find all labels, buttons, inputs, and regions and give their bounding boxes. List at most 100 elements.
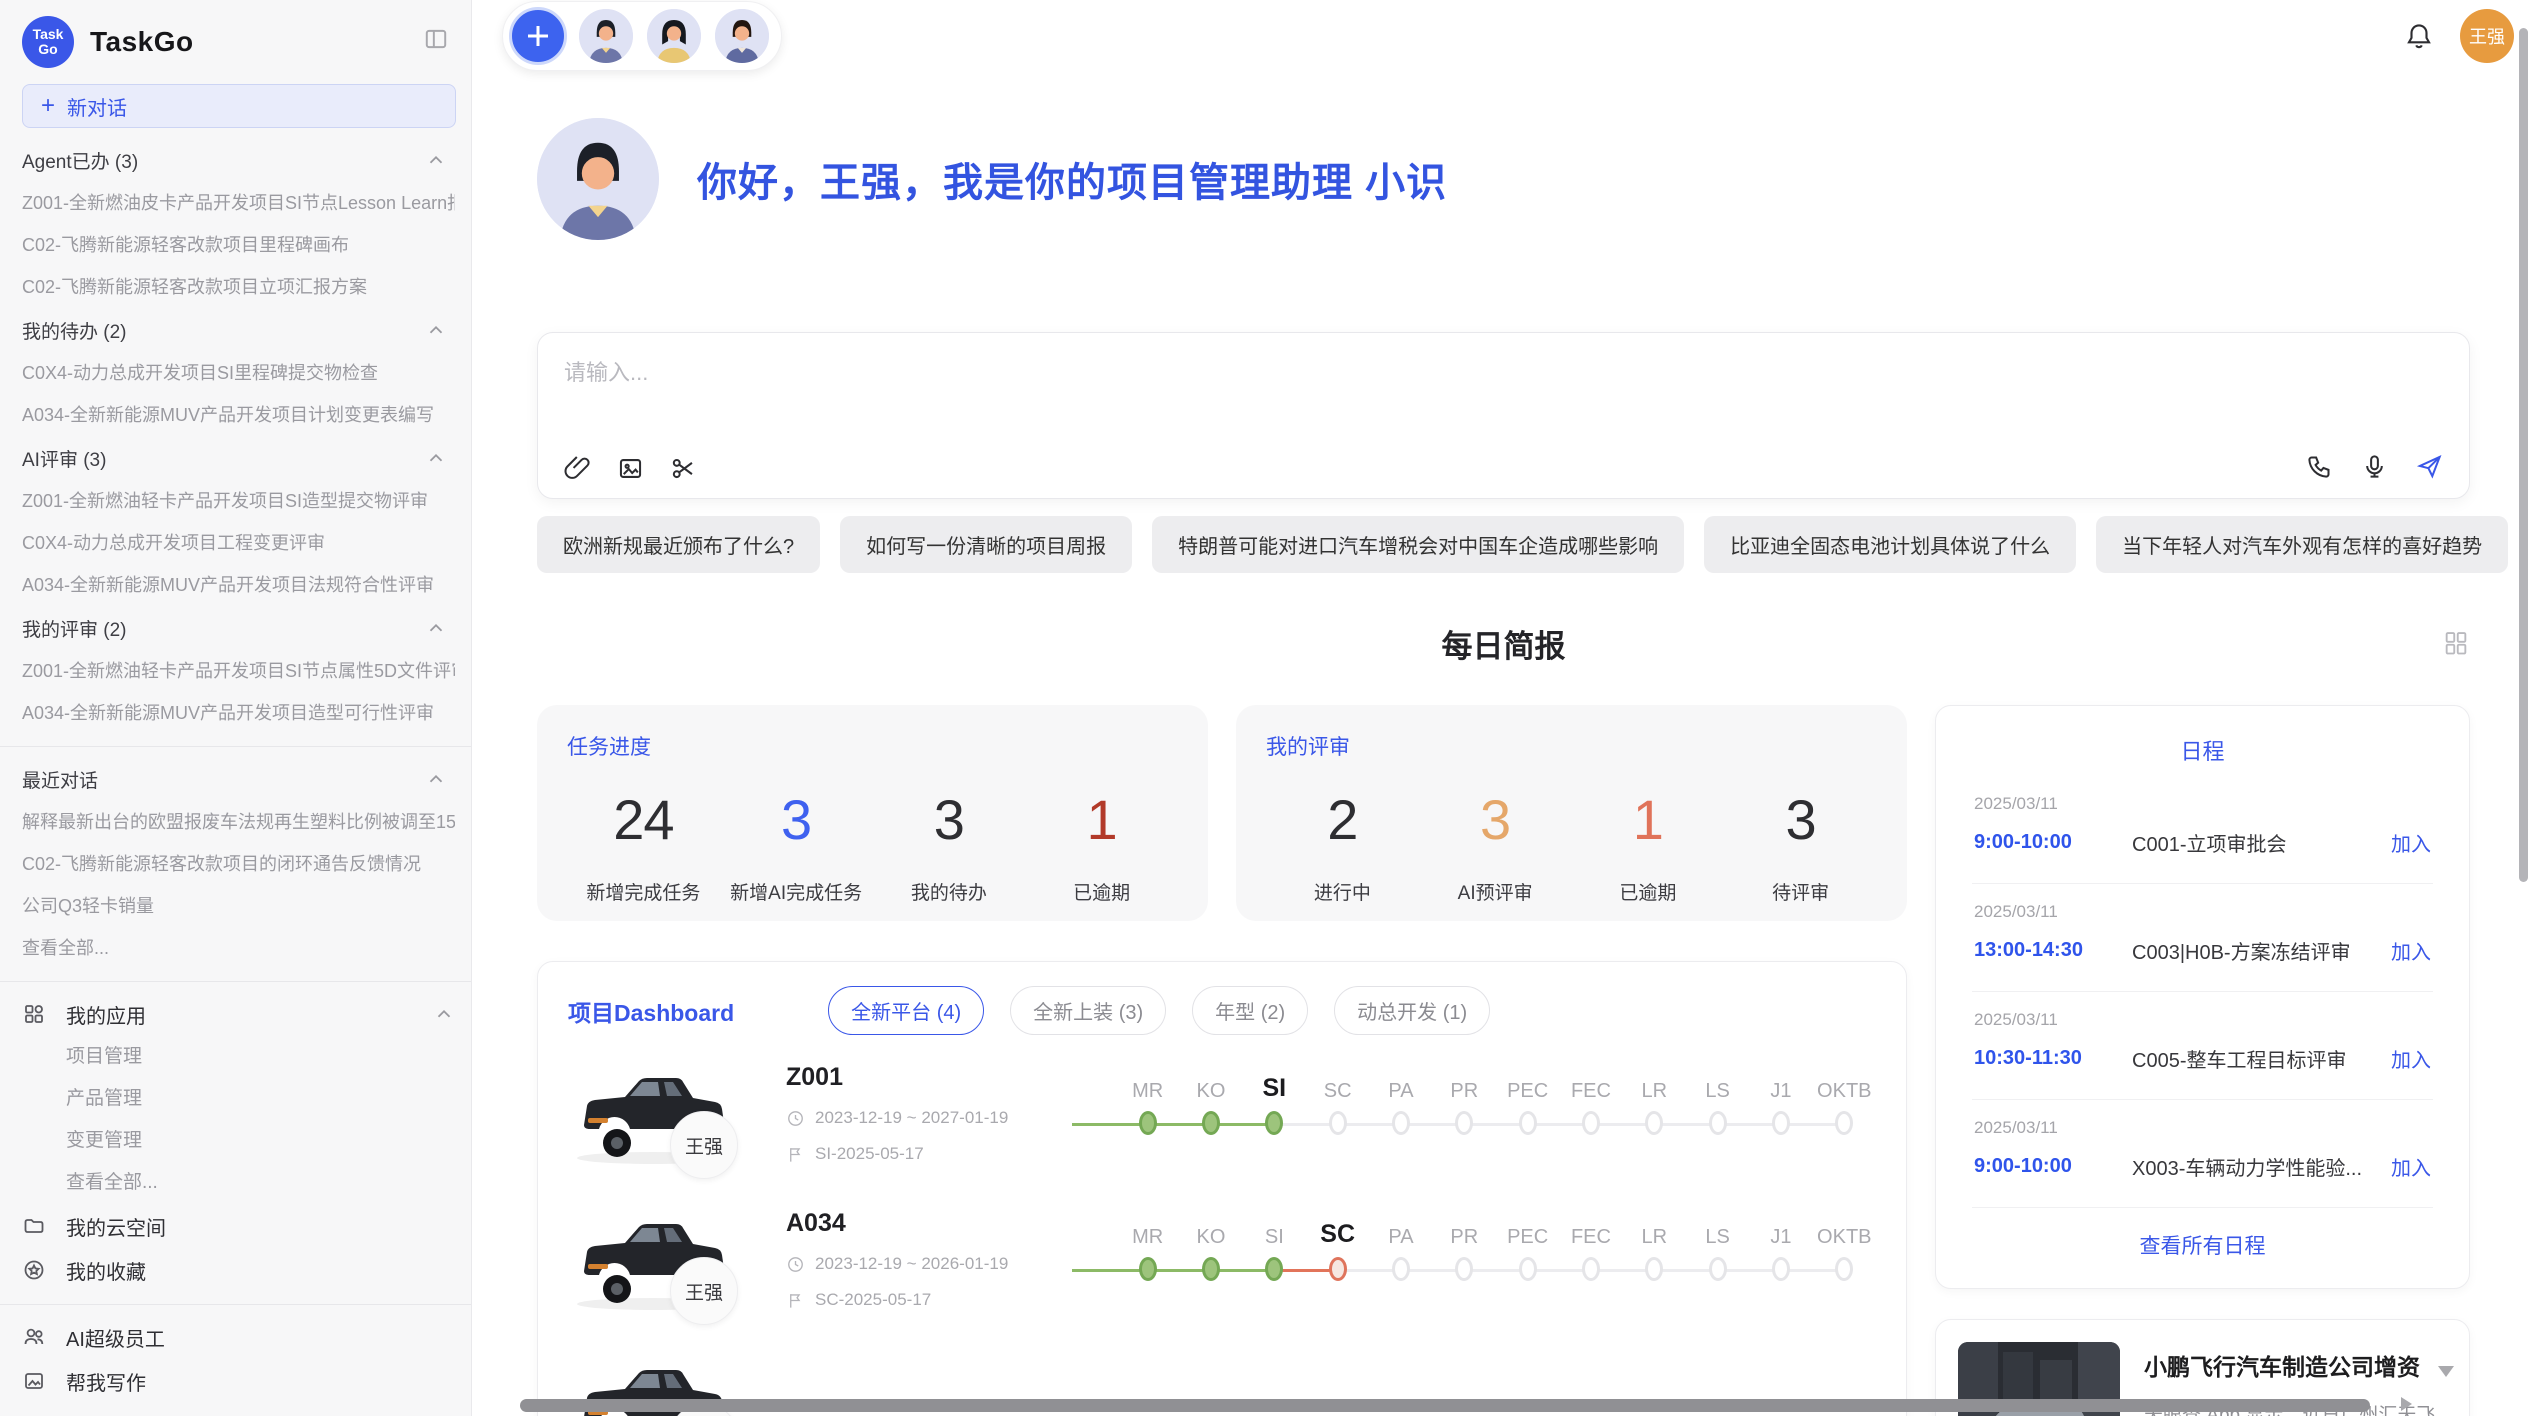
chevron-up-icon[interactable] [425,319,447,341]
stat-card-title: 任务进度 [567,731,1178,761]
attachment-icon[interactable] [564,455,591,482]
divider [0,746,471,747]
sidebar-item-ai-super-staff[interactable]: AI超级员工 [22,1315,455,1359]
chevron-up-icon[interactable] [425,447,447,469]
session-avatar-3[interactable] [713,7,771,65]
sidebar-task-item[interactable]: C0X4-动力总成开发项目SI里程碑提交物检查 [22,352,455,394]
stat-label: 已逾期 [1572,878,1725,905]
chevron-up-icon[interactable] [433,1003,455,1025]
new-session-button[interactable] [509,7,567,65]
app-item[interactable]: 变更管理 [22,1120,455,1162]
suggestion-chip[interactable]: 比亚迪全固态电池计划具体说了什么 [1704,516,2076,573]
milestone-label: PA [1388,1061,1413,1103]
stat-value: 3 [1419,787,1572,852]
dashboard-tabs: 全新平台 (4) 全新上装 (3) 年型 (2) 动总开发 (1) [828,986,1490,1035]
milestone-dot [1329,1111,1347,1135]
suggestion-chip[interactable]: 如何写一份清晰的项目周报 [840,516,1132,573]
sidebar-item-favorites[interactable]: 我的收藏 [22,1248,455,1292]
schedule-item: 2025/03/11 9:00-10:00 X003-车辆动力学性能验... 加… [1972,1100,2433,1208]
section-header: Agent已办 (3) [22,138,455,182]
milestone-label: SC [1320,1207,1355,1249]
dashboard-tab[interactable]: 全新上装 (3) [1010,986,1166,1035]
project-row[interactable]: 王强 A034 2023-12-19 ~ 2026-01-19 SC-2025-… [568,1181,1876,1327]
join-link[interactable]: 加入 [2391,828,2431,857]
right-column: 日程 2025/03/11 9:00-10:00 C001-立项审批会 加入 2… [1935,705,2470,1416]
image-icon[interactable] [617,455,644,482]
join-link[interactable]: 加入 [2391,936,2431,965]
scroll-down-arrow[interactable] [2438,1366,2454,1377]
section-header: 我的评审 (2) [22,606,455,650]
sidebar-task-item[interactable]: A034-全新新能源MUV产品开发项目造型可行性评审 [22,692,455,734]
chevron-up-icon[interactable] [425,149,447,171]
people-icon [22,1325,46,1349]
creative-draw-label: 创意制图 [66,1411,146,1416]
milestone-dot [1582,1111,1600,1135]
sidebar-task-item[interactable]: Z001-全新燃油皮卡产品开发项目SI节点Lesson Learn报告 [22,182,455,224]
user-avatar[interactable]: 王强 [2460,9,2514,63]
suggestion-chip[interactable]: 特朗普可能对进口汽车增税会对中国车企造成哪些影响 [1152,516,1684,573]
view-all-schedule-link[interactable]: 查看所有日程 [1972,1208,2433,1268]
sidebar-task-item[interactable]: A034-全新新能源MUV产品开发项目法规符合性评审 [22,564,455,606]
recent-more-link[interactable]: 查看全部... [22,927,455,969]
apps-more-link[interactable]: 查看全部... [22,1162,455,1204]
chevron-up-icon[interactable] [425,768,447,790]
session-avatar-2[interactable] [645,7,703,65]
sidebar-task-item[interactable]: C02-飞腾新能源轻客改款项目立项汇报方案 [22,266,455,308]
sidebar-task-item[interactable]: Z001-全新燃油轻卡产品开发项目SI造型提交物评审 [22,480,455,522]
topbar: 王强 [472,0,2532,72]
stat-card: 任务进度 24 新增完成任务 3 新增AI完成任务 3 我的待办 1 已逾期 [537,705,1208,921]
stat: 1 已逾期 [1025,787,1178,905]
clock-icon [786,1255,805,1274]
sidebar-collapse-icon[interactable] [423,26,449,52]
recent-chat-item[interactable]: 解释最新出台的欧盟报废车法规再生塑料比例被调至15%... [22,801,455,843]
phone-icon[interactable] [2306,453,2333,480]
milestone-timeline: MR KO SI SC PA PR PEC FEC LR LS J1 OKTB [1116,1061,1876,1135]
sidebar-task-item[interactable]: A034-全新新能源MUV产品开发项目计划变更表编写 [22,394,455,436]
dashboard-tab[interactable]: 全新平台 (4) [828,986,984,1035]
join-link[interactable]: 加入 [2391,1152,2431,1181]
recent-chat-item[interactable]: 公司Q3轻卡销量 [22,885,455,927]
milestone-dot [1519,1111,1537,1135]
project-code: A034 [786,1209,1116,1238]
dashboard-tab[interactable]: 年型 (2) [1192,986,1308,1035]
send-icon[interactable] [2416,453,2443,480]
sidebar-task-item[interactable]: Z001-全新燃油轻卡产品开发项目SI节点属性5D文件评审 [22,650,455,692]
session-avatar-1[interactable] [577,7,635,65]
project-row[interactable]: 王强 Z001 2023-12-19 ~ 2027-01-19 SI-2025-… [568,1035,1876,1181]
flag-icon [786,1291,805,1310]
app-item[interactable]: 产品管理 [22,1078,455,1120]
suggestion-chip[interactable]: 欧洲新规最近颁布了什么? [537,516,820,573]
milestone-label: PEC [1507,1207,1548,1249]
horizontal-scrollbar[interactable] [520,1399,2370,1412]
stat-value: 3 [1724,787,1877,852]
sidebar-item-my-apps[interactable]: 我的应用 [22,992,455,1036]
stat-value: 3 [873,787,1026,852]
join-link[interactable]: 加入 [2391,1044,2431,1073]
app-item[interactable]: 项目管理 [22,1036,455,1078]
stat: 24 新增完成任务 [567,787,720,905]
scroll-right-arrow[interactable] [2401,1397,2412,1411]
content: 你好，王强，我是你的项目管理助理 小识 欧洲新规最近颁布了什么?如何写一份清晰的… [472,118,2532,1416]
sidebar-item-cloud-space[interactable]: 我的云空间 [22,1204,455,1248]
owner-badge: 王强 [670,1257,738,1325]
message-input[interactable] [564,355,2443,455]
vertical-scrollbar[interactable] [2519,28,2528,882]
layout-grid-icon[interactable] [2442,629,2470,657]
new-chat-button[interactable]: + 新对话 [22,84,456,128]
project-info: A034 2023-12-19 ~ 2026-01-19 SC-2025-05-… [786,1207,1116,1310]
dashboard-tab[interactable]: 动总开发 (1) [1334,986,1490,1035]
sidebar-item-creative-draw[interactable]: 创意制图 [22,1403,455,1416]
sidebar-task-item[interactable]: C02-飞腾新能源轻客改款项目里程碑画布 [22,224,455,266]
notification-bell-icon[interactable] [2404,21,2434,51]
scissors-icon[interactable] [670,455,697,482]
recent-chat-item[interactable]: C02-飞腾新能源轻客改款项目的闭环通告反馈情况 [22,843,455,885]
milestone-label: OKTB [1817,1207,1871,1249]
microphone-icon[interactable] [2361,453,2388,480]
sidebar-item-help-write[interactable]: 帮我写作 [22,1359,455,1403]
chevron-up-icon[interactable] [425,617,447,639]
section-header: AI评审 (3) [22,436,455,480]
sidebar-task-item[interactable]: C0X4-动力总成开发项目工程变更评审 [22,522,455,564]
schedule-title: 日程 [1972,734,2433,766]
suggestion-chip[interactable]: 当下年轻人对汽车外观有怎样的喜好趋势 [2096,516,2508,573]
schedule-name: C001-立项审批会 [2132,828,2391,857]
